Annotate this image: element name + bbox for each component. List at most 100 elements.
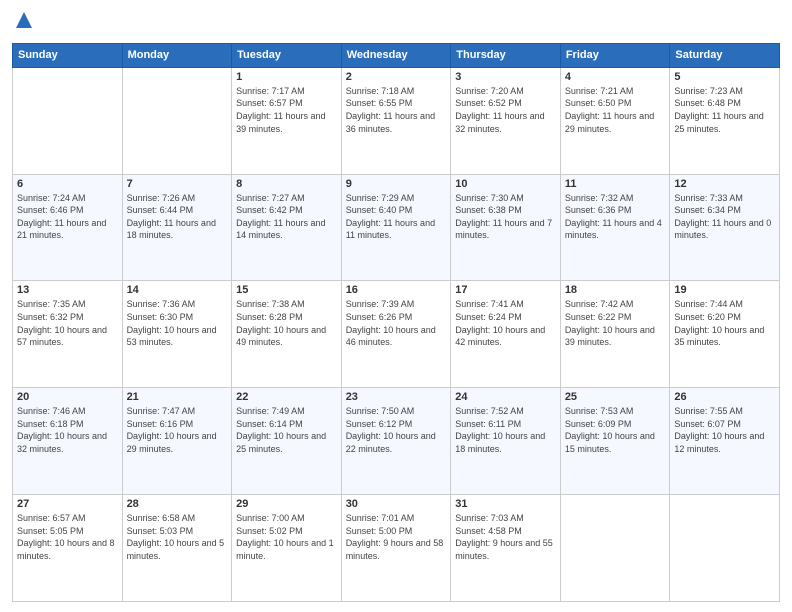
day-info: Sunrise: 7:55 AMSunset: 6:07 PMDaylight:… bbox=[674, 405, 775, 455]
day-info: Sunrise: 6:57 AMSunset: 5:05 PMDaylight:… bbox=[17, 512, 118, 562]
day-number: 21 bbox=[127, 391, 228, 403]
calendar-cell: 29 Sunrise: 7:00 AMSunset: 5:02 PMDayligh… bbox=[232, 495, 342, 602]
day-info: Sunrise: 6:58 AMSunset: 5:03 PMDaylight:… bbox=[127, 512, 228, 562]
calendar-cell: 12Sunrise: 7:33 AMSunset: 6:34 PMDayligh… bbox=[670, 174, 780, 281]
calendar-table: SundayMondayTuesdayWednesdayThursdayFrid… bbox=[12, 43, 780, 602]
day-number: 15 bbox=[236, 284, 337, 296]
calendar-cell: 25Sunrise: 7:53 AMSunset: 6:09 PMDayligh… bbox=[560, 388, 670, 495]
calendar-cell: 18 Sunrise: 7:42 AMSunset: 6:22 PMDayligh… bbox=[560, 281, 670, 388]
calendar-cell bbox=[122, 67, 232, 174]
day-number: 29 bbox=[236, 498, 337, 510]
day-number: 11 bbox=[565, 178, 666, 190]
day-number: 26 bbox=[674, 391, 775, 403]
day-number: 17 bbox=[455, 284, 556, 296]
day-info: Sunrise: 7:29 AMSunset: 6:40 PMDaylight:… bbox=[346, 192, 447, 242]
day-info: Sunrise: 7:18 AMSunset: 6:55 PMDaylight:… bbox=[346, 85, 447, 135]
day-info: Sunrise: 7:41 AMSunset: 6:24 PMDaylight:… bbox=[455, 298, 556, 348]
day-number: 22 bbox=[236, 391, 337, 403]
calendar-cell: 22 Sunrise: 7:49 AMSunset: 6:14 PMDayligh… bbox=[232, 388, 342, 495]
day-info: Sunrise: 7:27 AMSunset: 6:42 PMDaylight:… bbox=[236, 192, 337, 242]
calendar-cell: 8 Sunrise: 7:27 AMSunset: 6:42 PMDaylight… bbox=[232, 174, 342, 281]
day-info: Sunrise: 7:21 AMSunset: 6:50 PMDaylight:… bbox=[565, 85, 666, 135]
calendar-cell: 13 Sunrise: 7:35 AMSunset: 6:32 PMDayligh… bbox=[13, 281, 123, 388]
day-info: Sunrise: 7:53 AMSunset: 6:09 PMDaylight:… bbox=[565, 405, 666, 455]
calendar-cell: 23 Sunrise: 7:50 AMSunset: 6:12 PMDayligh… bbox=[341, 388, 451, 495]
day-info: Sunrise: 7:44 AMSunset: 6:20 PMDaylight:… bbox=[674, 298, 775, 348]
calendar-cell: 5 Sunrise: 7:23 AMSunset: 6:48 PMDaylight… bbox=[670, 67, 780, 174]
day-info: Sunrise: 7:36 AMSunset: 6:30 PMDaylight:… bbox=[127, 298, 228, 348]
day-info: Sunrise: 7:26 AMSunset: 6:44 PMDaylight:… bbox=[127, 192, 228, 242]
day-info: Sunrise: 7:01 AMSunset: 5:00 PMDaylight:… bbox=[346, 512, 447, 562]
day-number: 7 bbox=[127, 178, 228, 190]
day-number: 28 bbox=[127, 498, 228, 510]
day-info: Sunrise: 7:30 AMSunset: 6:38 PMDaylight:… bbox=[455, 192, 556, 242]
day-number: 19 bbox=[674, 284, 775, 296]
calendar-cell: 24Sunrise: 7:52 AMSunset: 6:11 PMDayligh… bbox=[451, 388, 561, 495]
calendar-cell bbox=[560, 495, 670, 602]
day-header-monday: Monday bbox=[122, 43, 232, 67]
calendar-cell: 2 Sunrise: 7:18 AMSunset: 6:55 PMDaylight… bbox=[341, 67, 451, 174]
day-header-friday: Friday bbox=[560, 43, 670, 67]
day-header-thursday: Thursday bbox=[451, 43, 561, 67]
calendar-cell: 9Sunrise: 7:29 AMSunset: 6:40 PMDaylight… bbox=[341, 174, 451, 281]
logo bbox=[12, 10, 34, 35]
day-info: Sunrise: 7:24 AMSunset: 6:46 PMDaylight:… bbox=[17, 192, 118, 242]
day-header-sunday: Sunday bbox=[13, 43, 123, 67]
day-number: 8 bbox=[236, 178, 337, 190]
calendar-cell: 31 Sunrise: 7:03 AMSunset: 4:58 PMDayligh… bbox=[451, 495, 561, 602]
calendar-cell: 4 Sunrise: 7:21 AMSunset: 6:50 PMDaylight… bbox=[560, 67, 670, 174]
day-number: 10 bbox=[455, 178, 556, 190]
calendar-week-row: 27 Sunrise: 6:57 AMSunset: 5:05 PMDayligh… bbox=[13, 495, 780, 602]
page-container: SundayMondayTuesdayWednesdayThursdayFrid… bbox=[0, 0, 792, 612]
day-number: 30 bbox=[346, 498, 447, 510]
day-info: Sunrise: 7:00 AMSunset: 5:02 PMDaylight:… bbox=[236, 512, 337, 562]
day-number: 20 bbox=[17, 391, 118, 403]
day-number: 2 bbox=[346, 71, 447, 83]
calendar-cell: 17 Sunrise: 7:41 AMSunset: 6:24 PMDayligh… bbox=[451, 281, 561, 388]
day-info: Sunrise: 7:49 AMSunset: 6:14 PMDaylight:… bbox=[236, 405, 337, 455]
day-info: Sunrise: 7:23 AMSunset: 6:48 PMDaylight:… bbox=[674, 85, 775, 135]
calendar-cell: 16 Sunrise: 7:39 AMSunset: 6:26 PMDayligh… bbox=[341, 281, 451, 388]
day-number: 27 bbox=[17, 498, 118, 510]
day-info: Sunrise: 7:35 AMSunset: 6:32 PMDaylight:… bbox=[17, 298, 118, 348]
calendar-cell: 6 Sunrise: 7:24 AMSunset: 6:46 PMDaylight… bbox=[13, 174, 123, 281]
day-info: Sunrise: 7:03 AMSunset: 4:58 PMDaylight:… bbox=[455, 512, 556, 562]
calendar-cell: 3Sunrise: 7:20 AMSunset: 6:52 PMDaylight… bbox=[451, 67, 561, 174]
day-number: 13 bbox=[17, 284, 118, 296]
day-info: Sunrise: 7:52 AMSunset: 6:11 PMDaylight:… bbox=[455, 405, 556, 455]
day-header-saturday: Saturday bbox=[670, 43, 780, 67]
day-number: 5 bbox=[674, 71, 775, 83]
calendar-cell: 15 Sunrise: 7:38 AMSunset: 6:28 PMDayligh… bbox=[232, 281, 342, 388]
header bbox=[12, 10, 780, 35]
day-number: 16 bbox=[346, 284, 447, 296]
calendar-cell: 19 Sunrise: 7:44 AMSunset: 6:20 PMDayligh… bbox=[670, 281, 780, 388]
day-info: Sunrise: 7:32 AMSunset: 6:36 PMDaylight:… bbox=[565, 192, 666, 242]
calendar-cell: 10 Sunrise: 7:30 AMSunset: 6:38 PMDayligh… bbox=[451, 174, 561, 281]
calendar-week-row: 1Sunrise: 7:17 AMSunset: 6:57 PMDaylight… bbox=[13, 67, 780, 174]
day-number: 31 bbox=[455, 498, 556, 510]
day-info: Sunrise: 7:38 AMSunset: 6:28 PMDaylight:… bbox=[236, 298, 337, 348]
day-number: 6 bbox=[17, 178, 118, 190]
day-info: Sunrise: 7:39 AMSunset: 6:26 PMDaylight:… bbox=[346, 298, 447, 348]
day-info: Sunrise: 7:47 AMSunset: 6:16 PMDaylight:… bbox=[127, 405, 228, 455]
logo-icon bbox=[14, 10, 34, 30]
day-info: Sunrise: 7:17 AMSunset: 6:57 PMDaylight:… bbox=[236, 85, 337, 135]
day-number: 18 bbox=[565, 284, 666, 296]
calendar-week-row: 13 Sunrise: 7:35 AMSunset: 6:32 PMDayligh… bbox=[13, 281, 780, 388]
calendar-cell: 26 Sunrise: 7:55 AMSunset: 6:07 PMDayligh… bbox=[670, 388, 780, 495]
calendar-cell: 11 Sunrise: 7:32 AMSunset: 6:36 PMDayligh… bbox=[560, 174, 670, 281]
day-header-tuesday: Tuesday bbox=[232, 43, 342, 67]
day-info: Sunrise: 7:46 AMSunset: 6:18 PMDaylight:… bbox=[17, 405, 118, 455]
calendar-cell: 7 Sunrise: 7:26 AMSunset: 6:44 PMDaylight… bbox=[122, 174, 232, 281]
day-number: 3 bbox=[455, 71, 556, 83]
calendar-cell: 28 Sunrise: 6:58 AMSunset: 5:03 PMDayligh… bbox=[122, 495, 232, 602]
day-info: Sunrise: 7:50 AMSunset: 6:12 PMDaylight:… bbox=[346, 405, 447, 455]
day-number: 4 bbox=[565, 71, 666, 83]
day-number: 23 bbox=[346, 391, 447, 403]
calendar-cell: 27 Sunrise: 6:57 AMSunset: 5:05 PMDayligh… bbox=[13, 495, 123, 602]
calendar-week-row: 20 Sunrise: 7:46 AMSunset: 6:18 PMDayligh… bbox=[13, 388, 780, 495]
day-info: Sunrise: 7:42 AMSunset: 6:22 PMDaylight:… bbox=[565, 298, 666, 348]
day-info: Sunrise: 7:33 AMSunset: 6:34 PMDaylight:… bbox=[674, 192, 775, 242]
calendar-cell: 14Sunrise: 7:36 AMSunset: 6:30 PMDayligh… bbox=[122, 281, 232, 388]
calendar-cell: 20 Sunrise: 7:46 AMSunset: 6:18 PMDayligh… bbox=[13, 388, 123, 495]
